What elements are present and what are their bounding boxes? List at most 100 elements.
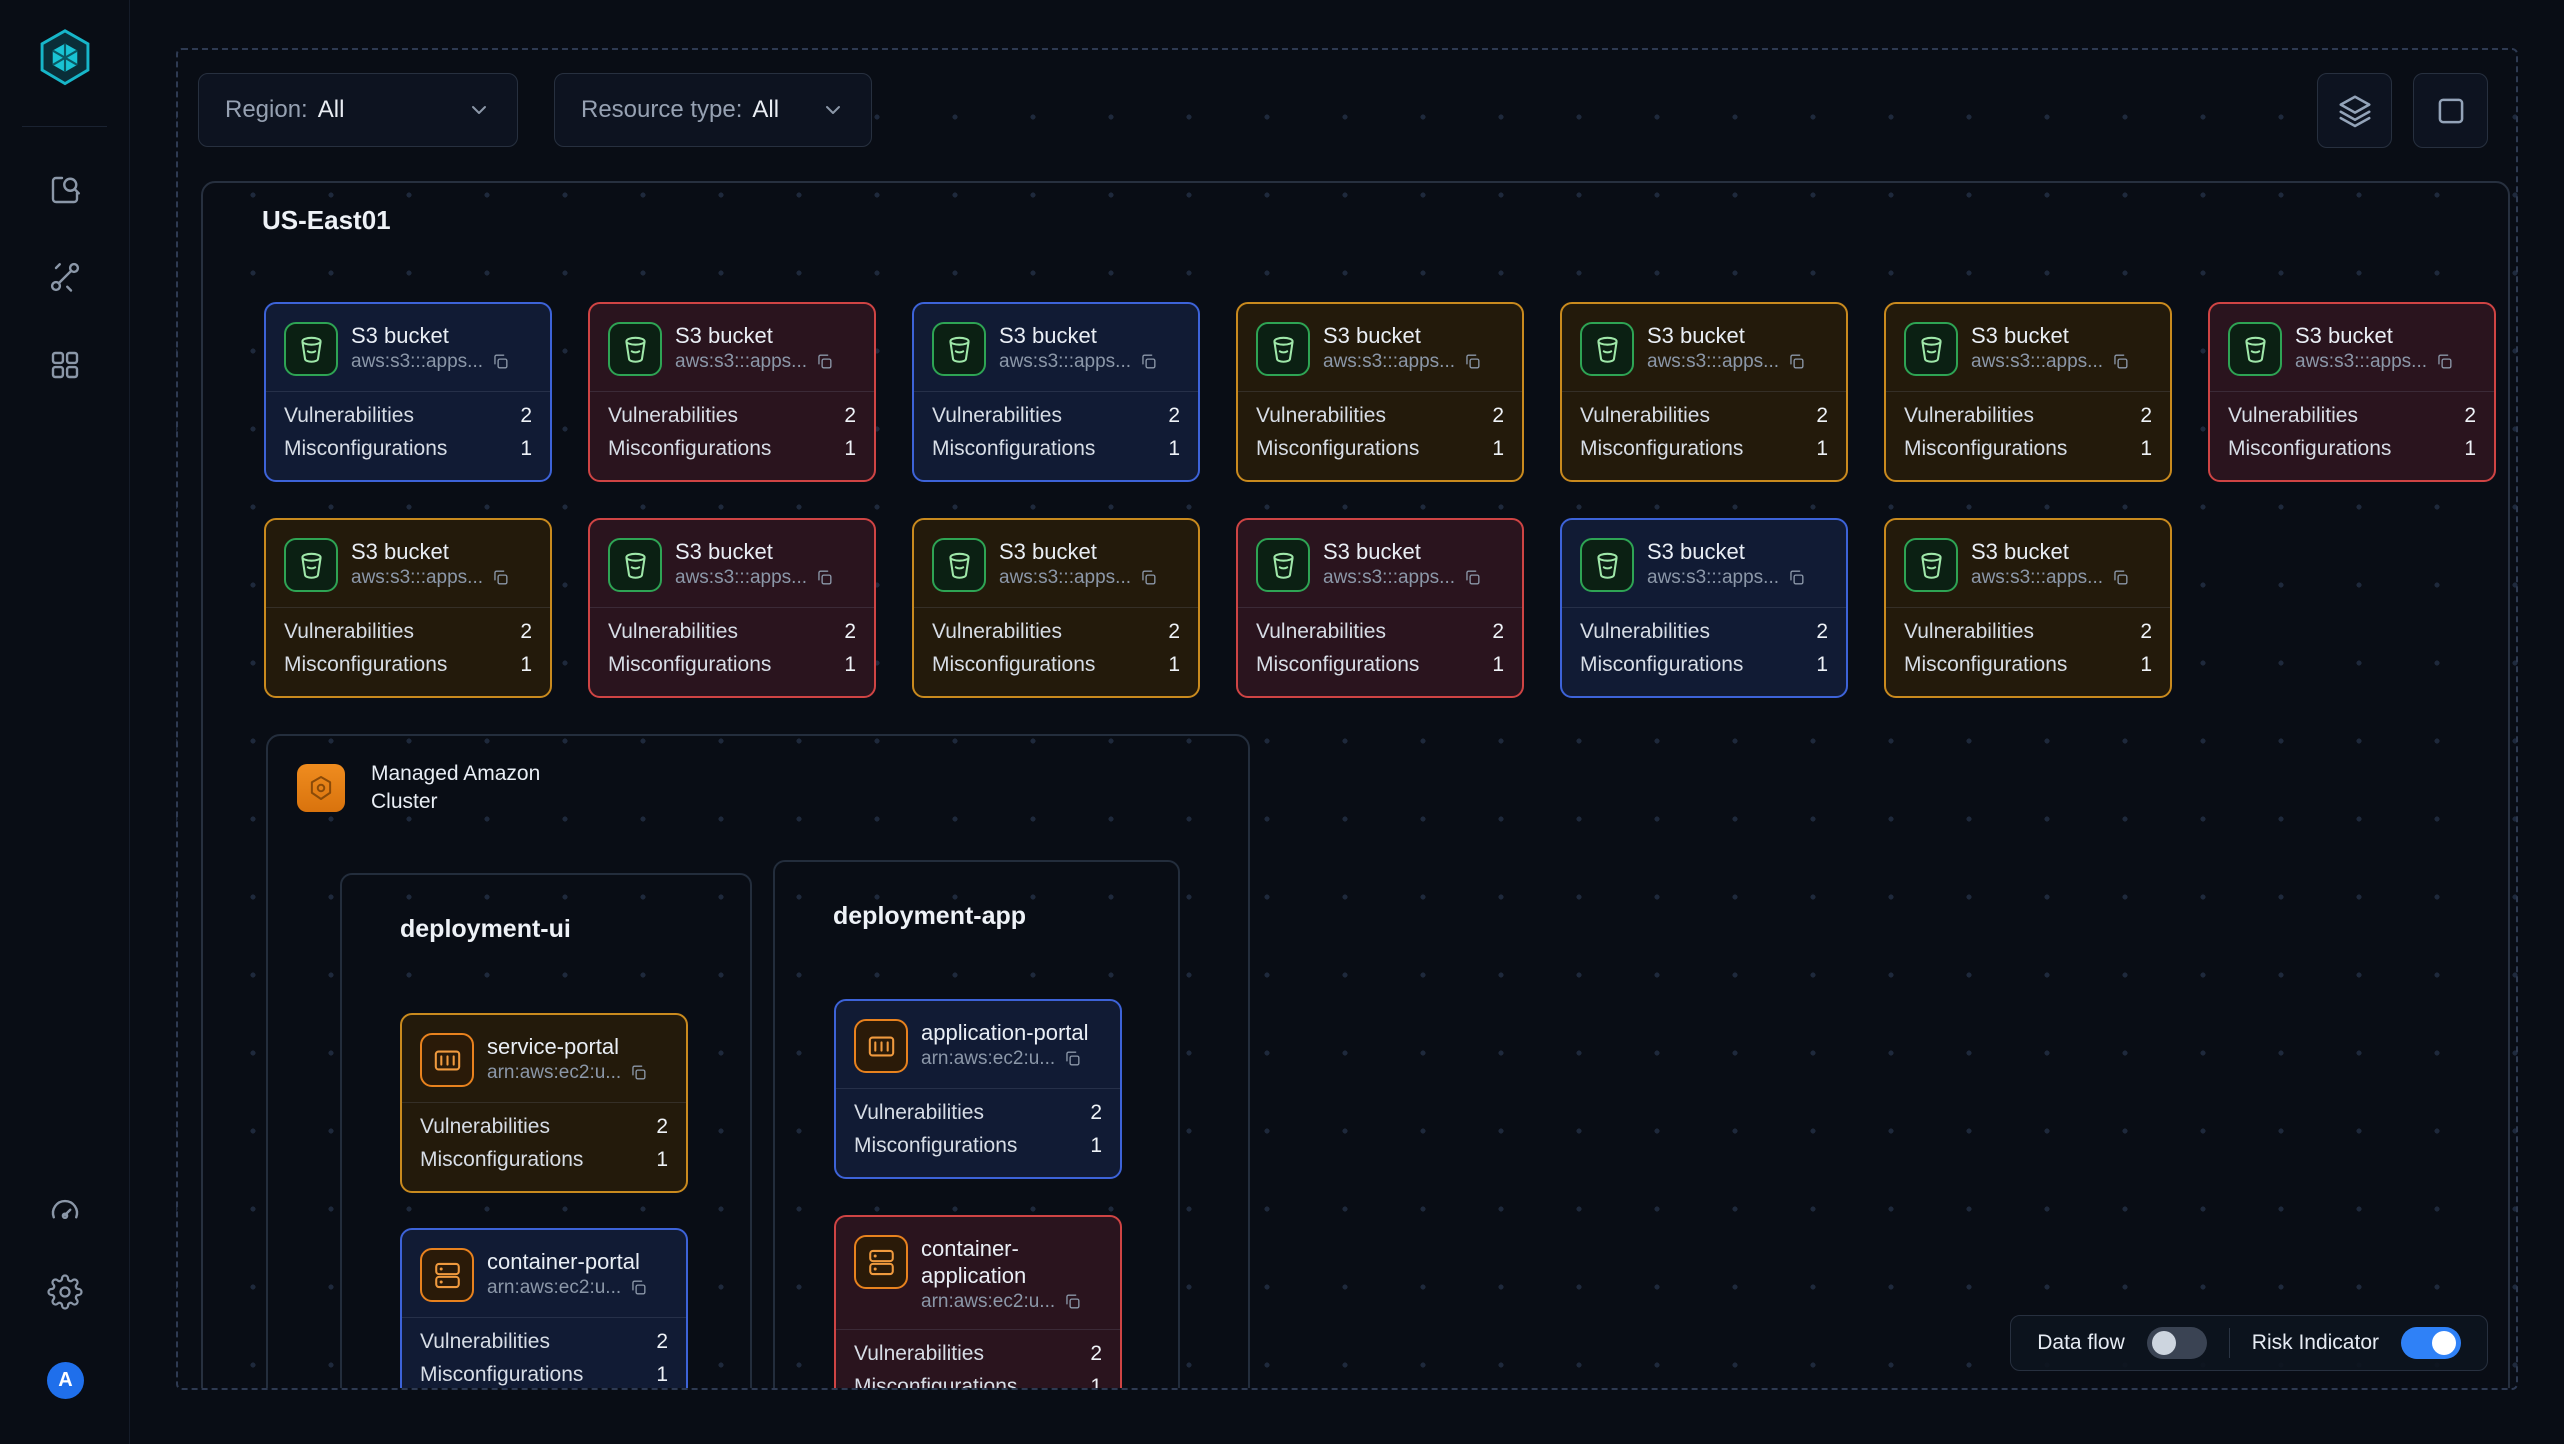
resource-card-titles: S3 bucket aws:s3:::apps... [1647,322,1806,374]
gauge-icon[interactable] [47,1194,83,1230]
resource-card[interactable]: S3 bucket aws:s3:::apps... Vulnerabiliti… [1560,518,1848,698]
vulnerabilities-row: Vulnerabilities 2 [1904,618,2152,645]
vulnerabilities-row: Vulnerabilities 2 [932,618,1180,645]
resource-findings: Vulnerabilities 2 Misconfigurations 1 [836,1330,1120,1390]
resource-card[interactable]: S3 bucket aws:s3:::apps... Vulnerabiliti… [1236,518,1524,698]
copy-icon[interactable] [629,1278,648,1297]
s3-bucket-icon [284,538,338,592]
vulnerabilities-label: Vulnerabilities [420,1113,550,1140]
attack-path-icon[interactable] [47,259,83,295]
deployment-group-ui[interactable]: deployment-ui service-portal arn:aws:ec2… [340,873,752,1390]
misconfigurations-row: Misconfigurations 1 [854,1132,1102,1159]
copy-icon[interactable] [2435,352,2454,371]
resource-card[interactable]: S3 bucket aws:s3:::apps... Vulnerabiliti… [588,302,876,482]
s3-card-row: S3 bucket aws:s3:::apps... Vulnerabiliti… [264,302,2496,482]
resource-card[interactable]: S3 bucket aws:s3:::apps... Vulnerabiliti… [2208,302,2496,482]
copy-icon[interactable] [491,352,510,371]
s3-bucket-icon [2228,322,2282,376]
resource-title: S3 bucket [999,538,1158,565]
misconfigurations-label: Misconfigurations [2228,435,2391,462]
resource-arn-row: aws:s3:::apps... [1647,565,1806,590]
resource-card-titles: S3 bucket aws:s3:::apps... [1323,538,1482,590]
copy-icon[interactable] [815,568,834,587]
data-flow-toggle[interactable] [2147,1327,2207,1359]
misconfigurations-row: Misconfigurations 1 [284,651,532,678]
misconfigurations-row: Misconfigurations 1 [420,1361,668,1388]
resource-type-filter-dropdown[interactable]: Resource type: All [554,73,872,147]
layers-view-button[interactable] [2317,73,2392,148]
copy-icon[interactable] [1139,568,1158,587]
s3-bucket-icon [1580,538,1634,592]
copy-icon[interactable] [815,352,834,371]
frame-view-button[interactable] [2413,73,2488,148]
resource-card[interactable]: S3 bucket aws:s3:::apps... Vulnerabiliti… [1236,302,1524,482]
resource-card-header: service-portal arn:aws:ec2:u... [402,1015,686,1087]
resource-arn: aws:s3:::apps... [351,349,483,374]
vulnerabilities-label: Vulnerabilities [420,1328,550,1355]
copy-icon[interactable] [1139,352,1158,371]
vulnerabilities-row: Vulnerabilities 2 [608,618,856,645]
resource-arn-row: arn:aws:ec2:u... [921,1289,1104,1314]
toggle-knob [2152,1331,2176,1355]
copy-icon[interactable] [1787,352,1806,371]
resource-card-header: S3 bucket aws:s3:::apps... [2210,304,2494,376]
resource-arn-row: aws:s3:::apps... [1323,565,1482,590]
copy-icon[interactable] [1787,568,1806,587]
misconfigurations-label: Misconfigurations [1256,435,1419,462]
inventory-blocks-icon[interactable] [47,347,83,383]
vulnerabilities-label: Vulnerabilities [1256,618,1386,645]
risk-indicator-toggle[interactable] [2401,1327,2461,1359]
resource-arn-row: aws:s3:::apps... [675,565,834,590]
resource-title: S3 bucket [999,322,1158,349]
graph-board[interactable]: Region: All Resource type: All US-Eas [176,48,2518,1390]
copy-icon[interactable] [2111,352,2130,371]
resource-card[interactable]: service-portal arn:aws:ec2:u... Vulnerab… [400,1013,688,1193]
copy-icon[interactable] [1463,352,1482,371]
vulnerabilities-count: 2 [520,402,532,429]
resource-card-titles: S3 bucket aws:s3:::apps... [999,322,1158,374]
copy-icon[interactable] [1063,1292,1082,1311]
resource-title: S3 bucket [1323,538,1482,565]
user-avatar[interactable]: A [47,1362,84,1399]
vulnerabilities-label: Vulnerabilities [854,1340,984,1367]
resource-card[interactable]: container-application arn:aws:ec2:u... V… [834,1215,1122,1390]
resource-card[interactable]: S3 bucket aws:s3:::apps... Vulnerabiliti… [912,302,1200,482]
region-group-us-east01[interactable]: US-East01 S3 bucket aws:s3:::apps... Vul… [201,181,2510,1390]
resource-card[interactable]: application-portal arn:aws:ec2:u... Vuln… [834,999,1122,1179]
copy-icon[interactable] [1463,568,1482,587]
copy-icon[interactable] [629,1063,648,1082]
resource-card-header: S3 bucket aws:s3:::apps... [914,304,1198,376]
resource-findings: Vulnerabilities 2 Misconfigurations 1 [1238,392,1522,474]
vulnerabilities-count: 2 [844,402,856,429]
s3-bucket-icon [1580,322,1634,376]
resource-card-header: S3 bucket aws:s3:::apps... [1886,520,2170,592]
misconfigurations-row: Misconfigurations 1 [1904,651,2152,678]
app-logo-icon[interactable] [33,26,97,90]
resource-card[interactable]: container-portal arn:aws:ec2:u... Vulner… [400,1228,688,1390]
container-stack-icon [854,1235,908,1289]
vulnerabilities-row: Vulnerabilities 2 [284,402,532,429]
resource-card[interactable]: S3 bucket aws:s3:::apps... Vulnerabiliti… [588,518,876,698]
resource-card[interactable]: S3 bucket aws:s3:::apps... Vulnerabiliti… [912,518,1200,698]
vulnerabilities-count: 2 [656,1113,668,1140]
misconfigurations-count: 1 [1816,651,1828,678]
resource-card[interactable]: S3 bucket aws:s3:::apps... Vulnerabiliti… [1884,518,2172,698]
toggle-knob [2432,1331,2456,1355]
asset-explorer-icon[interactable] [47,172,83,208]
managed-cluster-group[interactable]: Managed Amazon Cluster deployment-ui ser… [266,734,1250,1390]
copy-icon[interactable] [1063,1049,1082,1068]
resource-card[interactable]: S3 bucket aws:s3:::apps... Vulnerabiliti… [1560,302,1848,482]
s3-bucket-icon [284,322,338,376]
region-filter-dropdown[interactable]: Region: All [198,73,518,147]
resource-card[interactable]: S3 bucket aws:s3:::apps... Vulnerabiliti… [264,302,552,482]
resource-card[interactable]: S3 bucket aws:s3:::apps... Vulnerabiliti… [264,518,552,698]
resource-arn: aws:s3:::apps... [1971,349,2103,374]
resource-card-titles: service-portal arn:aws:ec2:u... [487,1033,648,1085]
settings-gear-icon[interactable] [47,1274,83,1310]
resource-card[interactable]: S3 bucket aws:s3:::apps... Vulnerabiliti… [1884,302,2172,482]
region-filter-label: Region: [225,96,308,124]
vulnerabilities-count: 2 [1090,1340,1102,1367]
copy-icon[interactable] [491,568,510,587]
deployment-group-app[interactable]: deployment-app application-portal arn:aw… [773,860,1180,1390]
copy-icon[interactable] [2111,568,2130,587]
